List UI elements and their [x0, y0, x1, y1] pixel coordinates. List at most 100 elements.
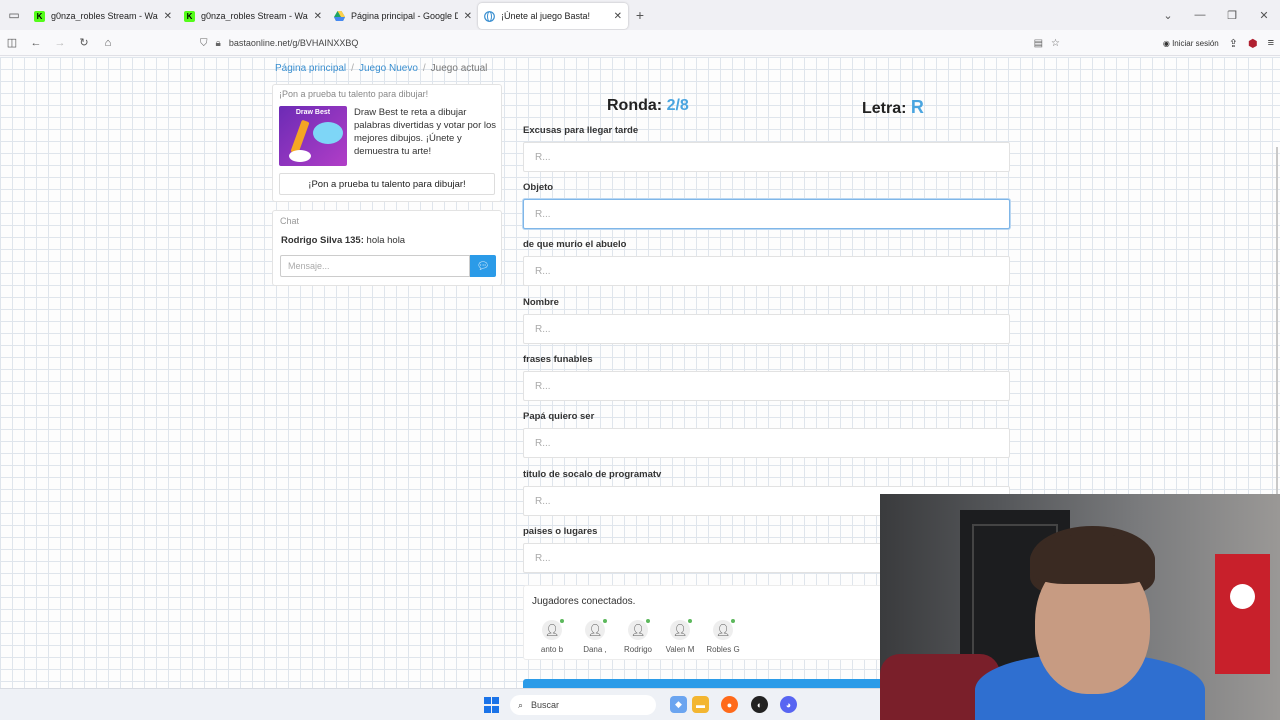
promo-button[interactable]: ¡Pon a prueba tu talento para dibujar!: [279, 173, 495, 195]
browser-tab-4[interactable]: ¡Únete al juego Basta! ✕: [478, 3, 628, 29]
category-label: frases funables: [523, 354, 593, 365]
breadcrumb-new-game[interactable]: Juego Nuevo: [359, 63, 418, 74]
new-tab-icon[interactable]: +: [628, 7, 652, 23]
category-field: Objeto R...: [523, 182, 1010, 229]
breadcrumb-current: Juego actual: [430, 63, 488, 74]
promo-text: Draw Best te reta a dibujar palabras div…: [354, 107, 497, 157]
player-item: 👤︎ anto b: [532, 619, 572, 654]
draw-best-logo[interactable]: Draw Best: [279, 106, 347, 166]
breadcrumb: Página principal / Juego Nuevo / Juego actua…: [275, 63, 488, 74]
maximize-icon[interactable]: ❐: [1216, 9, 1248, 22]
reload-icon[interactable]: ↻: [72, 36, 96, 49]
firefox-icon[interactable]: ●: [721, 696, 738, 713]
extensions-icon[interactable]: ⇪: [1229, 37, 1238, 50]
chat-text: hola hola: [363, 235, 406, 246]
category-label: de que murio el abuelo: [523, 239, 627, 250]
webcam-overlay: [880, 494, 1280, 720]
close-icon[interactable]: ✕: [314, 11, 322, 22]
discord-icon[interactable]: ◕: [780, 696, 797, 713]
category-label: Excusas para llegar tarde: [523, 125, 639, 136]
user-avatar-icon: 👤︎: [542, 619, 564, 640]
players-heading: Jugadores conectados.: [532, 596, 636, 607]
category-input[interactable]: R...: [523, 256, 1010, 286]
letter-value: R: [910, 97, 924, 117]
drive-icon: [334, 11, 345, 22]
chat-author: Rodrigo Silva 135:: [281, 235, 364, 246]
category-input[interactable]: R...: [523, 142, 1010, 172]
category-label: Nombre: [523, 297, 559, 308]
player-name: Dana ,: [583, 645, 607, 654]
promo-card: ¡Pon a prueba tu talento para dibujar! D…: [272, 84, 502, 202]
category-label: Papá quiero ser: [523, 411, 595, 422]
back-icon[interactable]: ←: [24, 37, 48, 49]
app-icon[interactable]: ◐: [751, 696, 768, 713]
player-item: 👤︎ Dana ,: [575, 619, 615, 654]
chat-heading: Chat: [280, 216, 300, 226]
windows-start-icon[interactable]: [484, 697, 500, 713]
forward-icon[interactable]: →: [48, 37, 72, 49]
category-field: Nombre R...: [523, 297, 1010, 344]
close-icon[interactable]: ✕: [164, 11, 172, 22]
taskbar-search-placeholder: Buscar: [531, 700, 560, 710]
kick-icon: K: [34, 10, 45, 22]
lock-icon: 🔒︎: [215, 37, 221, 49]
signin-label: Iniciar sesión: [1172, 38, 1219, 48]
category-input[interactable]: R...: [523, 199, 1010, 229]
category-field: Excusas para llegar tarde R...: [523, 125, 1010, 172]
bookmark-star-icon[interactable]: ☆: [1051, 38, 1060, 49]
player-item: 👤︎ Rodrigo: [618, 619, 658, 654]
browser-tab-3[interactable]: Página principal - Google Drive ✕: [328, 3, 478, 29]
player-name: Valen M: [665, 645, 695, 654]
chevron-down-icon[interactable]: ⌄: [1152, 9, 1184, 22]
minimize-icon[interactable]: —: [1184, 9, 1216, 21]
letter-label: Letra:: [862, 100, 907, 117]
player-name: anto b: [540, 645, 564, 654]
browser-tab-bar: ▭ K g0nza_robles Stream - Watch Li ✕ K g…: [0, 0, 1280, 30]
chat-panel: Chat Rodrigo Silva 135: hola hola Mensaj…: [272, 210, 502, 286]
search-icon: ⌕: [518, 699, 524, 710]
category-label: Objeto: [523, 182, 554, 193]
sidebar-icon[interactable]: ◫: [0, 36, 24, 49]
copilot-icon[interactable]: ◆: [670, 696, 687, 713]
player-name: Rodrigo: [623, 645, 652, 654]
tab-title: Página principal - Google Drive: [351, 11, 458, 21]
signin-button[interactable]: ◉ Iniciar sesión: [1163, 39, 1219, 48]
taskbar-search[interactable]: ⌕ Buscar: [510, 695, 656, 715]
round-indicator: Ronda: 2/8: [607, 97, 689, 115]
extension-shield-icon[interactable]: ⬢: [1248, 37, 1258, 50]
account-icon: ◉: [1162, 38, 1170, 48]
category-label: titulo de socalo de programatv: [523, 469, 662, 480]
file-explorer-icon[interactable]: ▬: [692, 696, 709, 713]
close-icon[interactable]: ✕: [464, 11, 472, 22]
tab-list-icon[interactable]: ▭: [0, 0, 28, 30]
promo-heading: ¡Pon a prueba tu talento para dibujar!: [279, 89, 429, 99]
round-value: 2/8: [666, 97, 689, 114]
browser-nav-bar: ◫ ← → ↻ ⌂ ⛉ 🔒︎ bastaonline.net/g/BVHAINX…: [0, 30, 1280, 56]
shield-icon: ⛉: [200, 37, 208, 49]
tab-title: g0nza_robles Stream - Watch Li: [201, 11, 308, 21]
chat-bubble-icon: 💬︎: [476, 260, 490, 272]
category-field: frases funables R...: [523, 354, 1010, 401]
home-icon[interactable]: ⌂: [96, 37, 120, 49]
round-label: Ronda:: [607, 97, 663, 114]
promo-image-title: Draw Best: [295, 109, 331, 116]
send-message-button[interactable]: 💬︎: [470, 255, 496, 277]
category-input[interactable]: R...: [523, 371, 1010, 401]
browser-tab-1[interactable]: K g0nza_robles Stream - Watch Li ✕: [28, 3, 178, 29]
close-icon[interactable]: ✕: [614, 11, 622, 22]
letter-indicator: Letra: R: [862, 97, 924, 118]
breadcrumb-home[interactable]: Página principal: [275, 63, 346, 74]
globe-icon: [484, 10, 495, 22]
address-bar[interactable]: ⛉ 🔒︎ bastaonline.net/g/BVHAINXXBQ ▤ ☆: [200, 34, 1060, 52]
menu-icon[interactable]: ≡: [1268, 37, 1274, 49]
close-window-icon[interactable]: ✕: [1248, 9, 1280, 22]
category-field: Papá quiero ser R...: [523, 411, 1010, 458]
tab-title: g0nza_robles Stream - Watch Li: [51, 11, 158, 21]
category-input[interactable]: R...: [523, 314, 1010, 344]
reader-view-icon[interactable]: ▤: [1034, 38, 1043, 49]
category-input[interactable]: R...: [523, 428, 1010, 458]
browser-tab-2[interactable]: K g0nza_robles Stream - Watch Li ✕: [178, 3, 328, 29]
os-taskbar: ⌕ Buscar ◆ ▬ ● ◐ ◕: [0, 688, 880, 720]
chat-message-input[interactable]: Mensaje...: [280, 255, 470, 277]
player-item: 👤︎ Valen M: [660, 619, 700, 654]
